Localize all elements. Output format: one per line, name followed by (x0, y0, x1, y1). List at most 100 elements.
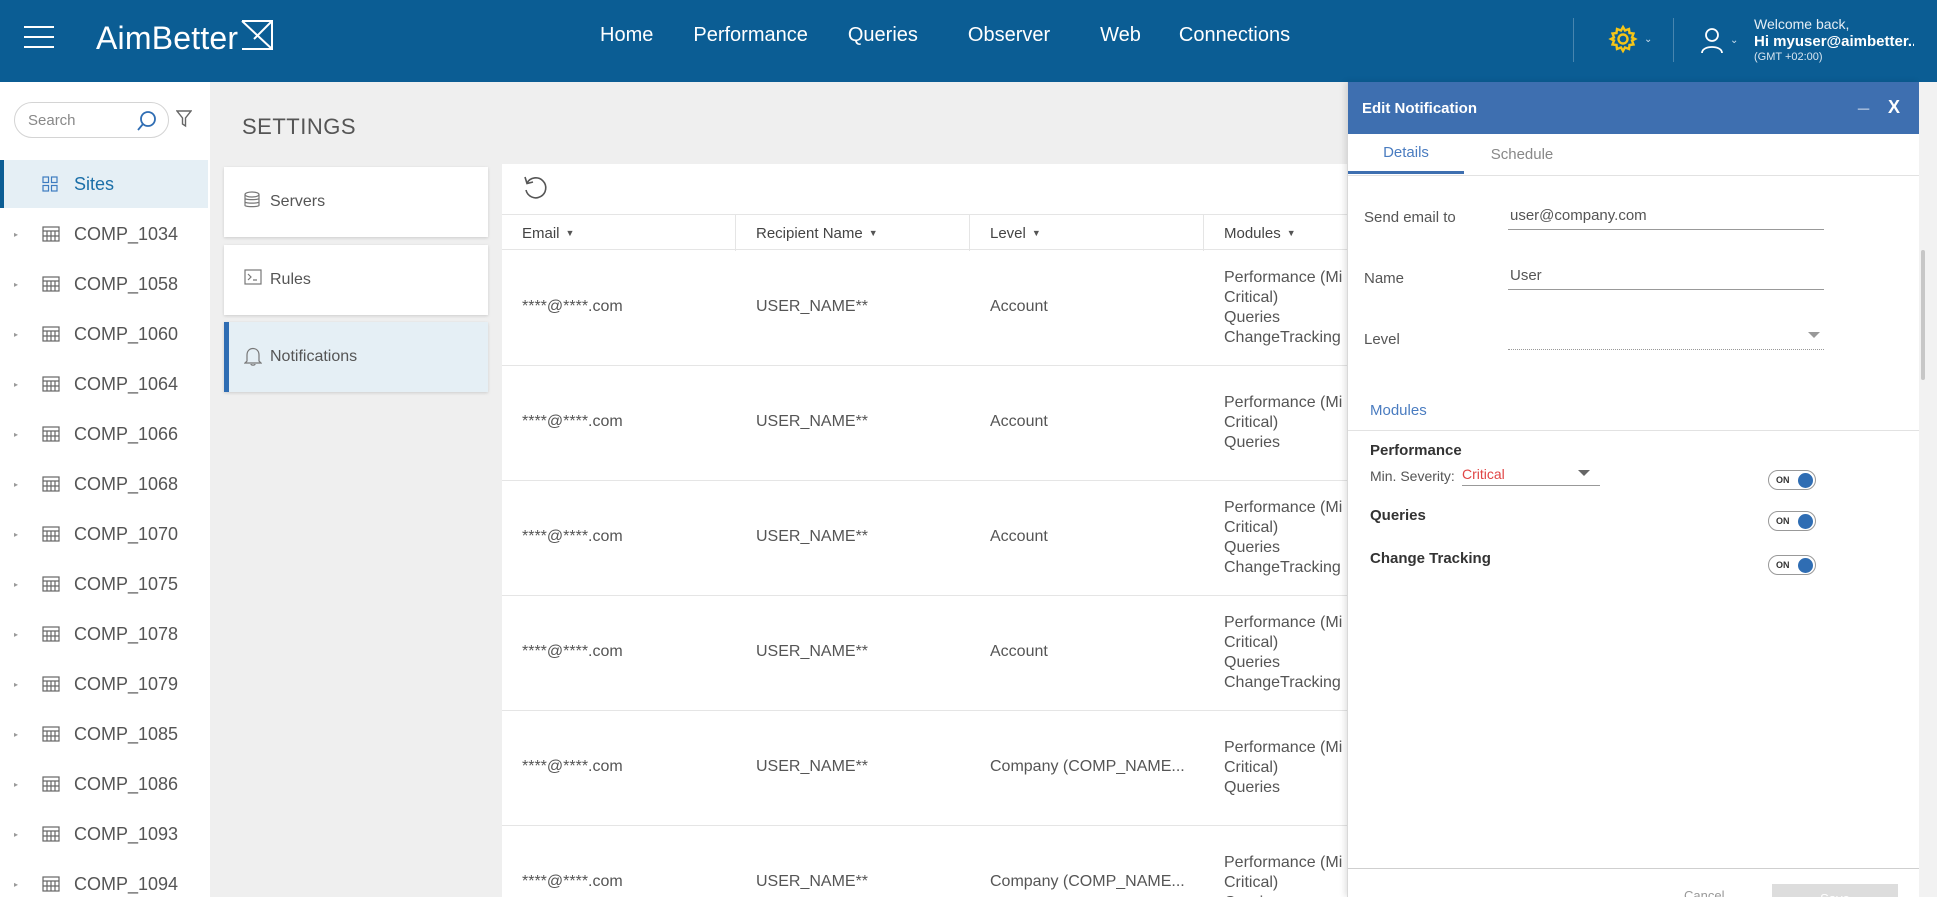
module-line: Critical) (1224, 759, 1279, 776)
welcome-text: Welcome back, (1754, 16, 1850, 32)
sidebar-item-comp_1078[interactable]: ▸ COMP_1078 (0, 610, 208, 658)
settings-menu-servers[interactable]: Servers (224, 167, 488, 237)
search-input[interactable] (28, 111, 128, 129)
expand-arrow-icon[interactable]: ▸ (14, 330, 18, 339)
name-field[interactable] (1508, 262, 1824, 290)
panel-title: Edit Notification (1362, 100, 1477, 117)
sidebar-item-comp_1068[interactable]: ▸ COMP_1068 (0, 460, 208, 508)
expand-arrow-icon[interactable]: ▸ (14, 530, 18, 539)
scrollbar-thumb[interactable] (1921, 250, 1925, 380)
sidebar-item-label: COMP_1064 (74, 373, 179, 394)
main-nav: Home Performance Queries Observer Web Co… (600, 0, 1330, 70)
table-row[interactable]: ****@****.com USER_NAME** Company (COMP_NA… (502, 826, 1349, 897)
sidebar-item-comp_1060[interactable]: ▸ COMP_1060 (0, 310, 208, 358)
modules-link[interactable]: Modules (1370, 402, 1427, 419)
toggle-knob (1798, 473, 1813, 488)
bell-icon (243, 346, 263, 371)
sidebar-item-comp_1085[interactable]: ▸ COMP_1085 (0, 710, 208, 758)
close-button[interactable]: X (1888, 97, 1900, 118)
table-row[interactable]: ****@****.com USER_NAME** Account Performan… (502, 251, 1349, 366)
column-modules[interactable]: Modules ▼ (1204, 215, 1349, 251)
user-menu-button[interactable]: ⌄ (1700, 26, 1738, 54)
module-line: Queries (1224, 654, 1281, 671)
expand-arrow-icon[interactable]: ▸ (14, 830, 18, 839)
nav-home[interactable]: Home (600, 24, 653, 47)
column-label: Email (522, 224, 560, 242)
grid-icon (42, 176, 58, 197)
nav-web[interactable]: Web (1100, 24, 1141, 47)
performance-toggle[interactable]: ON (1768, 470, 1816, 490)
cell-modules: Performance (Mi Critical) Queries (1224, 738, 1342, 798)
column-email[interactable]: Email ▼ (502, 215, 736, 251)
sidebar-item-comp_1070[interactable]: ▸ COMP_1070 (0, 510, 208, 558)
queries-toggle[interactable]: ON (1768, 511, 1816, 531)
cancel-button[interactable]: Cancel (1684, 888, 1724, 897)
settings-menu-rules[interactable]: Rules (224, 245, 488, 315)
expand-arrow-icon[interactable]: ▸ (14, 880, 18, 889)
save-button[interactable]: Save (1772, 884, 1898, 897)
sidebar-item-comp_1075[interactable]: ▸ COMP_1075 (0, 560, 208, 608)
minimize-button[interactable]: _ (1858, 90, 1869, 113)
cell-modules: Performance (Mi Critical) Queries ChangeTra… (1224, 613, 1342, 693)
logo-text: AimBetter (96, 19, 239, 56)
table-row[interactable]: ****@****.com USER_NAME** Company (COMP_NA… (502, 711, 1349, 826)
table-row[interactable]: ****@****.com USER_NAME** Account Performan… (502, 366, 1349, 481)
sidebar-item-label: Sites (74, 173, 115, 194)
change-tracking-toggle[interactable]: ON (1768, 555, 1816, 575)
sidebar-item-comp_1034[interactable]: ▸ COMP_1034 (0, 210, 208, 258)
module-line: Queries (1224, 434, 1281, 451)
expand-arrow-icon[interactable]: ▸ (14, 230, 18, 239)
table-row[interactable]: ****@****.com USER_NAME** Account Performan… (502, 596, 1349, 711)
nav-performance[interactable]: Performance (693, 24, 808, 47)
column-label: Modules (1224, 224, 1281, 242)
settings-menu-notifications[interactable]: Notifications (224, 322, 488, 392)
level-select[interactable] (1508, 322, 1824, 350)
sidebar-item-sites[interactable]: Sites (0, 160, 208, 208)
building-icon (42, 526, 60, 547)
filter-icon[interactable] (175, 110, 193, 133)
sidebar-item-comp_1066[interactable]: ▸ COMP_1066 (0, 410, 208, 458)
nav-connections[interactable]: Connections (1179, 24, 1290, 47)
sidebar-item-comp_1086[interactable]: ▸ COMP_1086 (0, 760, 208, 808)
expand-arrow-icon[interactable]: ▸ (14, 580, 18, 589)
logo[interactable]: AimBetter (96, 18, 274, 58)
expand-arrow-icon[interactable]: ▸ (14, 630, 18, 639)
min-severity-label: Min. Severity: (1370, 468, 1455, 484)
nav-observer[interactable]: Observer (968, 24, 1050, 47)
sidebar-item-comp_1058[interactable]: ▸ COMP_1058 (0, 260, 208, 308)
chevron-down-icon: ⌄ (1730, 34, 1739, 46)
sidebar-item-comp_1064[interactable]: ▸ COMP_1064 (0, 360, 208, 408)
expand-arrow-icon[interactable]: ▸ (14, 280, 18, 289)
tab-details[interactable]: Details (1348, 134, 1464, 174)
settings-button[interactable]: ⌄ (1608, 24, 1652, 54)
sidebar-item-comp_1094[interactable]: ▸ COMP_1094 (0, 860, 208, 897)
expand-arrow-icon[interactable]: ▸ (14, 480, 18, 489)
sidebar-item-comp_1079[interactable]: ▸ COMP_1079 (0, 660, 208, 708)
severity-select[interactable]: Critical (1462, 460, 1600, 486)
module-line: Queries (1224, 539, 1281, 556)
sidebar-item-comp_1093[interactable]: ▸ COMP_1093 (0, 810, 208, 858)
sidebar-item-label: COMP_1079 (74, 673, 179, 694)
scrollbar[interactable] (1919, 82, 1937, 897)
nav-queries[interactable]: Queries (848, 24, 918, 47)
email-field[interactable] (1508, 202, 1824, 230)
cell-modules: Performance (Mi Critical) Queries (1224, 393, 1342, 453)
tab-schedule[interactable]: Schedule (1464, 134, 1580, 174)
menu-icon[interactable] (24, 26, 54, 50)
column-recipient-name[interactable]: Recipient Name ▼ (736, 215, 970, 251)
sidebar-item-label: COMP_1066 (74, 423, 179, 444)
building-icon (42, 726, 60, 747)
cell-recipient-name: USER_NAME** (756, 413, 869, 430)
database-icon (244, 191, 260, 214)
table-row[interactable]: ****@****.com USER_NAME** Account Performan… (502, 481, 1349, 596)
sidebar-item-label: COMP_1085 (74, 723, 179, 744)
expand-arrow-icon[interactable]: ▸ (14, 730, 18, 739)
expand-arrow-icon[interactable]: ▸ (14, 430, 18, 439)
refresh-icon[interactable] (522, 174, 550, 207)
expand-arrow-icon[interactable]: ▸ (14, 780, 18, 789)
column-label: Recipient Name (756, 224, 863, 242)
expand-arrow-icon[interactable]: ▸ (14, 680, 18, 689)
expand-arrow-icon[interactable]: ▸ (14, 380, 18, 389)
search-icon[interactable] (136, 110, 158, 137)
column-level[interactable]: Level ▼ (970, 215, 1204, 251)
